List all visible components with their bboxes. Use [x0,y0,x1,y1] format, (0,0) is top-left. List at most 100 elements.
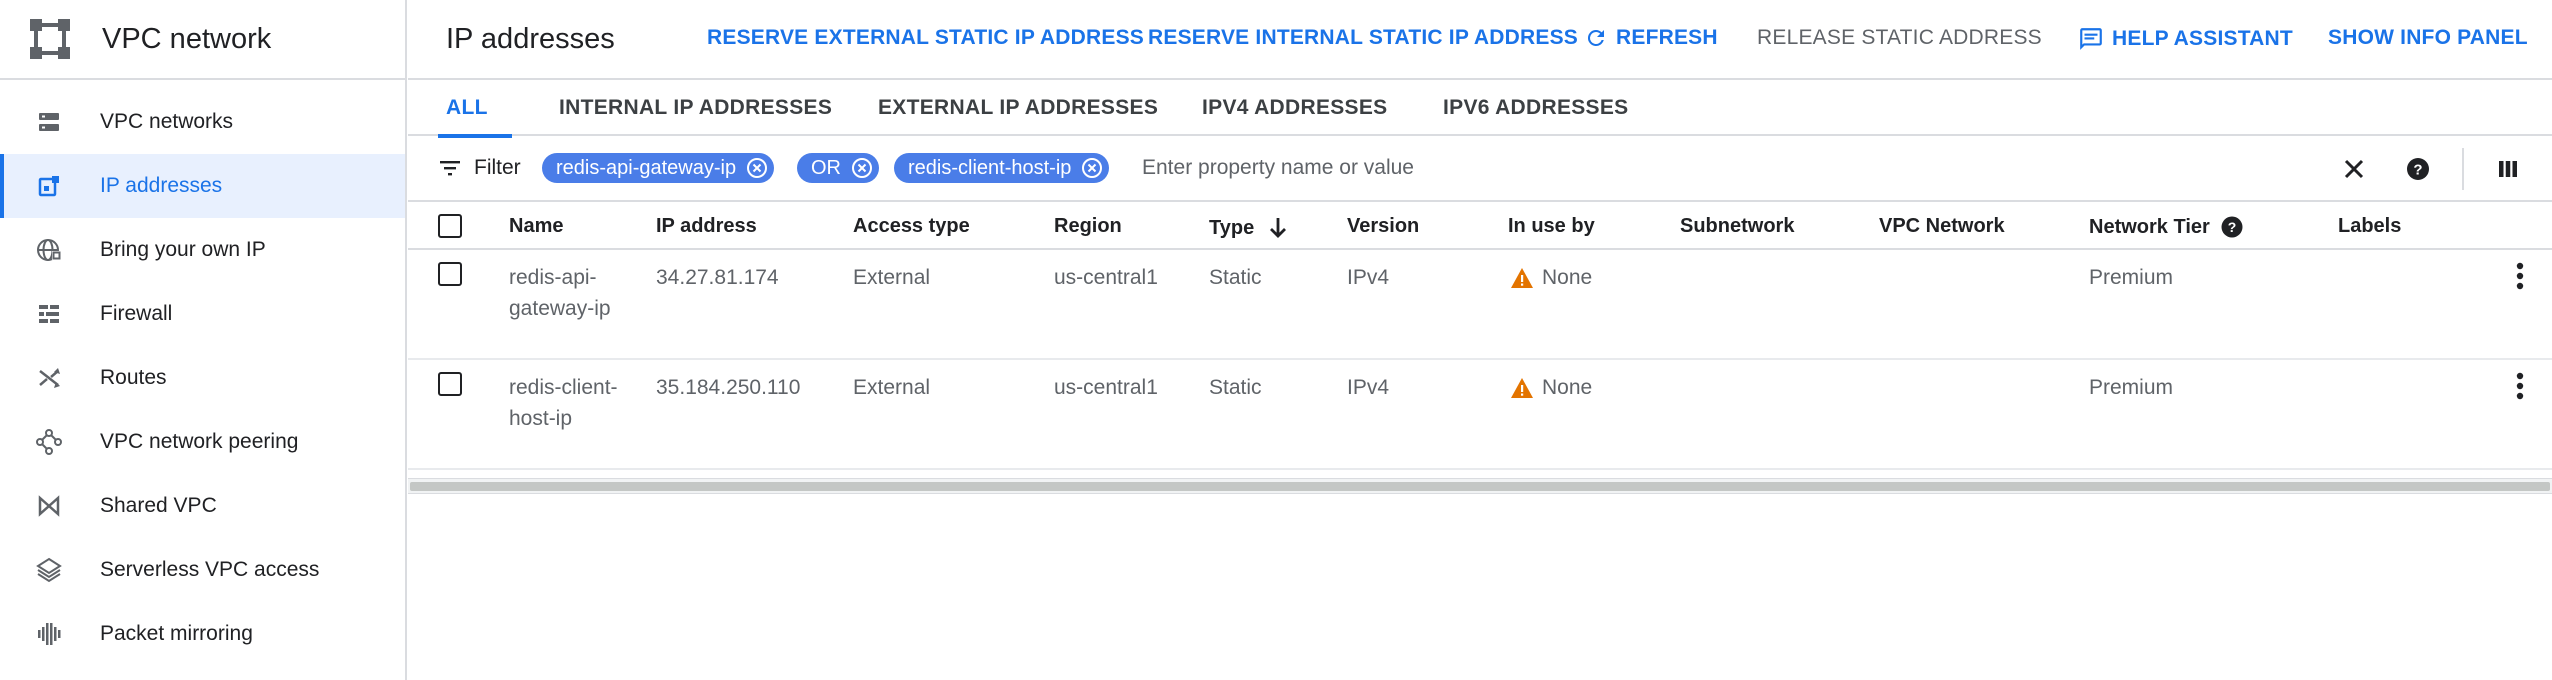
remove-chip-icon[interactable] [1081,157,1103,179]
column-header-vpc-network[interactable]: VPC Network [1879,215,2005,238]
network-tier-help-icon[interactable]: ? [2220,215,2244,239]
column-header-network-tier-label: Network Tier [2089,215,2210,238]
tab-ipv6-addresses[interactable]: IPV6 ADDRESSES [1443,80,1628,136]
row-actions-menu-icon[interactable] [2508,260,2532,292]
column-header-version[interactable]: Version [1347,215,1419,238]
ip-addresses-icon [34,171,64,201]
sidebar-item-serverless-vpc-access[interactable]: Serverless VPC access [0,538,405,602]
routes-icon [34,363,64,393]
filter-button[interactable]: Filter [438,156,521,180]
refresh-button[interactable]: REFRESH [1584,26,1718,50]
release-static-address-button[interactable]: RELEASE STATIC ADDRESS [1757,26,2042,50]
sidebar-item-firewall[interactable]: Firewall [0,282,405,346]
in-use-by-value: None [1542,376,1593,399]
sidebar-item-shared-vpc[interactable]: Shared VPC [0,474,405,538]
column-header-ip-address[interactable]: IP address [656,215,757,238]
sidebar-item-packet-mirroring[interactable]: Packet mirroring [0,602,405,666]
filter-chip-label: redis-api-gateway-ip [556,156,737,179]
sidebar-item-vpc-network-peering[interactable]: VPC network peering [0,410,405,474]
sidebar-item-ip-addresses[interactable]: IP addresses [0,154,405,218]
help-assistant-button[interactable]: HELP ASSISTANT [2078,26,2293,52]
svg-text:?: ? [2228,219,2237,235]
address-type-tabs: ALL INTERNAL IP ADDRESSES EXTERNAL IP AD… [408,80,2552,138]
help-assistant-label: HELP ASSISTANT [2112,27,2293,50]
sidebar-item-label: Serverless VPC access [100,558,320,581]
table-header: Name IP address Access type Region Type … [408,202,2552,250]
sidebar-item-label: VPC network peering [100,430,299,453]
column-header-name[interactable]: Name [509,215,563,238]
column-header-in-use-by[interactable]: In use by [1508,215,1595,238]
sort-descending-icon[interactable] [1266,215,1290,241]
column-header-type[interactable]: Type [1209,215,1290,241]
reserve-external-ip-button[interactable]: RESERVE EXTERNAL STATIC IP ADDRESS [707,26,1144,50]
column-header-type-label: Type [1209,216,1255,239]
address-name[interactable]: redis-api-gateway-ip [509,262,619,324]
svg-text:?: ? [2413,162,2422,179]
filter-chip[interactable]: redis-client-host-ip [894,153,1110,183]
product-title: VPC network [102,22,272,55]
network-tier: Premium [2089,266,2174,289]
sidebar-item-vpc-networks[interactable]: VPC networks [0,90,405,154]
column-header-access-type[interactable]: Access type [853,215,970,238]
chat-icon [2080,28,2102,50]
column-header-network-tier[interactable]: Network Tier ? [2089,215,2244,239]
tab-internal-ip-addresses[interactable]: INTERNAL IP ADDRESSES [559,80,832,136]
tab-external-ip-addresses[interactable]: EXTERNAL IP ADDRESSES [878,80,1158,136]
reserve-internal-ip-button[interactable]: RESERVE INTERNAL STATIC IP ADDRESS [1148,26,1578,50]
sidebar-item-label: VPC networks [100,110,234,133]
peering-icon [34,427,64,457]
access-type: External [853,376,931,399]
serverless-icon [34,555,64,585]
product-header: VPC network [0,0,405,80]
column-display-options-icon[interactable] [2494,155,2522,183]
in-use-by: None [1510,372,1592,403]
table-horizontal-scrollbar[interactable] [408,478,2552,494]
remove-chip-icon[interactable] [851,157,873,179]
row-checkbox[interactable] [438,262,462,286]
column-header-region[interactable]: Region [1054,215,1122,238]
filter-chip-label: OR [811,156,841,179]
sidebar-item-bring-your-own-ip[interactable]: Bring your own IP [0,218,405,282]
table-row[interactable]: redis-client-host-ip 35.184.250.110 Exte… [408,360,2552,470]
tab-ipv4-addresses[interactable]: IPV4 ADDRESSES [1202,80,1387,136]
sidebar: VPC network VPC networks IP addresses Br… [0,0,407,680]
ip-version: IPv4 [1347,266,1390,289]
sidebar-item-label: Packet mirroring [100,622,253,645]
refresh-icon [1587,29,1604,46]
page-title: IP addresses [446,22,615,55]
show-info-panel-button[interactable]: SHOW INFO PANEL [2328,26,2528,50]
scrollbar-thumb[interactable] [410,482,2550,491]
warning-icon [1511,267,1533,288]
filter-operator-chip[interactable]: OR [797,153,879,183]
sidebar-item-routes[interactable]: Routes [0,346,405,410]
table-row[interactable]: redis-api-gateway-ip 34.27.81.174 Extern… [408,250,2552,360]
clear-filter-icon[interactable] [2340,155,2368,183]
filter-input[interactable] [1142,150,1742,186]
main-content: IP addresses RESERVE EXTERNAL STATIC IP … [408,0,2552,680]
sidebar-item-label: IP addresses [100,174,223,197]
column-header-subnetwork[interactable]: Subnetwork [1680,215,1794,238]
tab-all[interactable]: ALL [438,80,512,138]
page-header: IP addresses RESERVE EXTERNAL STATIC IP … [408,0,2552,80]
column-header-labels[interactable]: Labels [2338,215,2401,238]
help-icon[interactable]: ? [2404,155,2432,183]
in-use-by-value: None [1542,266,1593,289]
toolbar-divider [2462,148,2464,190]
vpc-product-icon [26,15,74,63]
remove-chip-icon[interactable] [746,157,768,179]
sidebar-item-label: Firewall [100,302,173,325]
row-actions-menu-icon[interactable] [2508,370,2532,402]
warning-icon [1511,377,1533,398]
globe-icon [34,235,64,265]
sidebar-item-label: Bring your own IP [100,238,266,261]
filter-chip[interactable]: redis-api-gateway-ip [542,153,775,183]
packet-mirroring-icon [34,619,64,649]
filter-label: Filter [474,156,521,179]
row-checkbox[interactable] [438,372,462,396]
select-all-checkbox[interactable] [438,214,462,238]
filter-chip-label: redis-client-host-ip [908,156,1072,179]
address-name[interactable]: redis-client-host-ip [509,372,619,434]
network-tier: Premium [2089,376,2174,399]
address-type: Static [1209,376,1262,399]
access-type: External [853,266,931,289]
